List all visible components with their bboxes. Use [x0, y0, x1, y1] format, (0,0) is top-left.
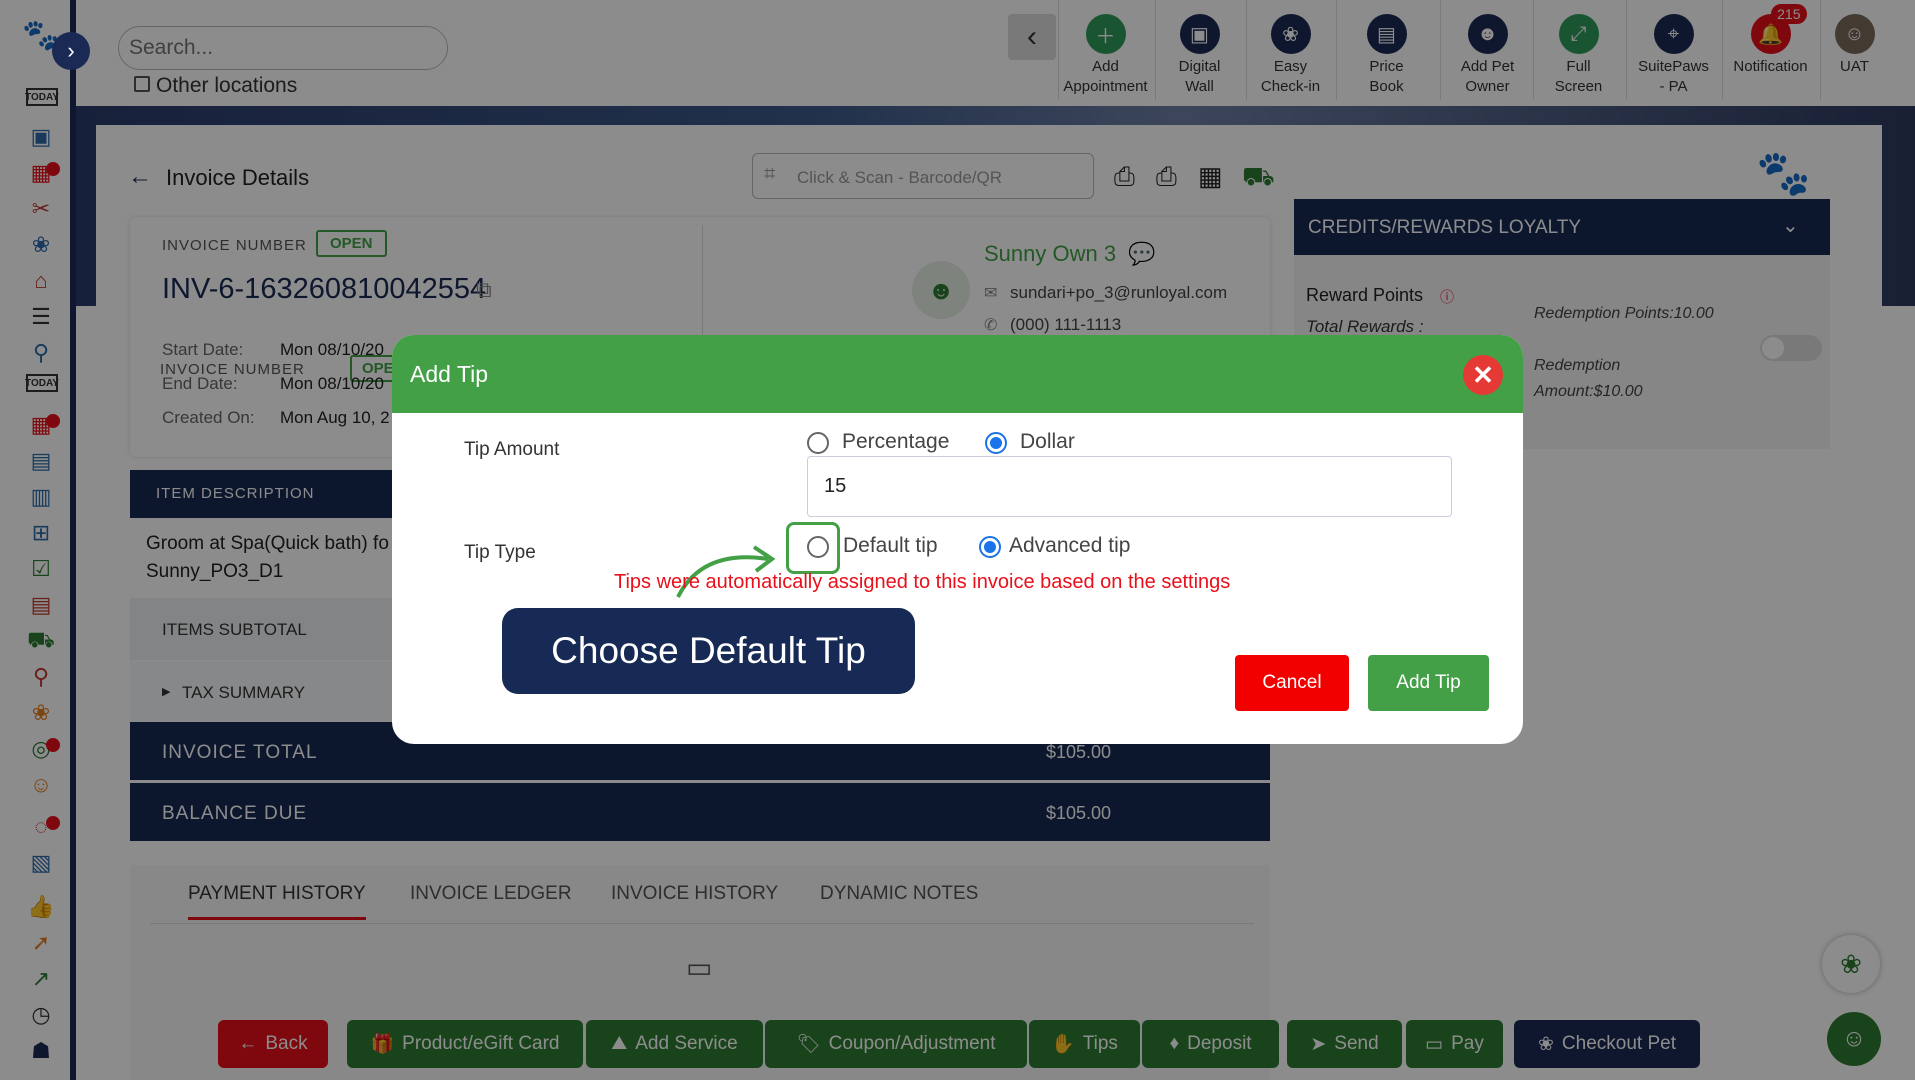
cancel-button[interactable]: Cancel [1235, 655, 1349, 711]
modal-header: Add Tip ✕ [392, 335, 1523, 413]
auto-tip-notice: Tips were automatically assigned to this… [614, 571, 1231, 593]
dollar-radio[interactable] [985, 432, 1007, 454]
advanced-tip-label[interactable]: Advanced tip [1009, 534, 1130, 558]
tutorial-callout: Choose Default Tip [502, 608, 915, 694]
tip-amount-label: Tip Amount [464, 439, 560, 460]
add-tip-modal: Add Tip ✕ Tip Amount Percentage Dollar 1… [392, 335, 1523, 744]
tip-type-label: Tip Type [464, 542, 536, 563]
advanced-tip-radio[interactable] [979, 536, 1001, 558]
close-modal-button[interactable]: ✕ [1463, 355, 1503, 395]
default-tip-label[interactable]: Default tip [843, 534, 938, 558]
modal-title: Add Tip [410, 361, 488, 387]
percentage-label[interactable]: Percentage [842, 430, 949, 454]
default-tip-radio[interactable] [807, 536, 829, 558]
dollar-label[interactable]: Dollar [1020, 430, 1075, 454]
curved-arrow-icon [676, 545, 776, 598]
percentage-radio[interactable] [807, 432, 829, 454]
tip-amount-input[interactable]: 15 [807, 456, 1452, 517]
expand-sidebar-button[interactable]: › [52, 32, 90, 70]
add-tip-button[interactable]: Add Tip [1368, 655, 1489, 711]
